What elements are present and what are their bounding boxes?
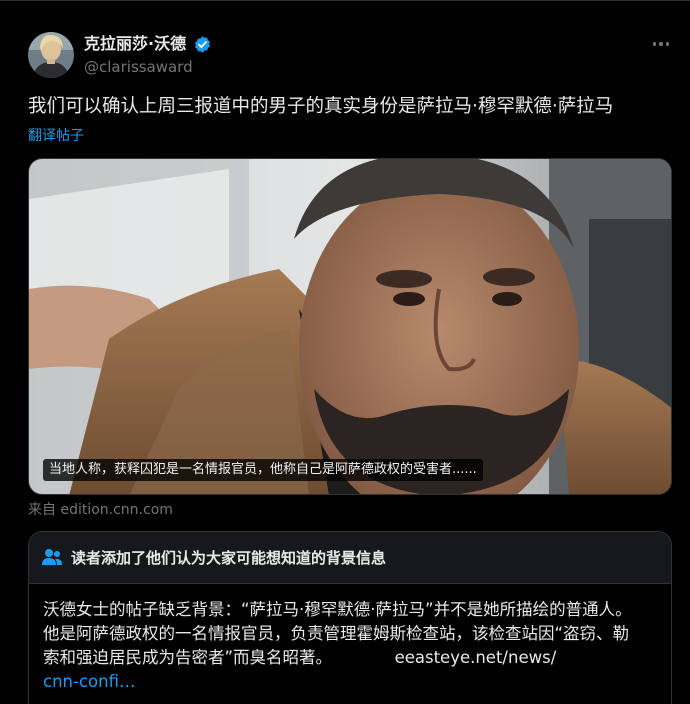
- note-line: 沃德女士的帖子缺乏背景：“萨拉马·穆罕默德·萨拉马”并不是她所描绘的普通人。: [43, 600, 632, 619]
- translate-post-link[interactable]: 翻译帖子: [28, 125, 84, 145]
- tweet-post: 克拉丽莎·沃德 @clarissaward 我们可以确认上周三报道中的男子的真实…: [0, 0, 690, 704]
- avatar[interactable]: [28, 32, 74, 78]
- author-display-name[interactable]: 克拉丽莎·沃德: [84, 34, 186, 54]
- link-source[interactable]: 来自 edition.cnn.com: [28, 500, 173, 520]
- verified-badge-icon: [193, 35, 212, 54]
- community-note-title: 读者添加了他们认为大家可能想知道的背景信息: [71, 549, 387, 567]
- media-image[interactable]: 当地人称，获释囚犯是一名情报官员，他称自己是阿萨德政权的受害者......: [28, 158, 672, 495]
- community-note-header: 读者添加了他们认为大家可能想知道的背景信息: [29, 532, 671, 584]
- note-line-text: 索和强迫居民成为告密者”而臭名昭著。: [43, 648, 333, 667]
- note-source-link[interactable]: eeasteye.net/news/: [395, 648, 557, 667]
- note-link-continued[interactable]: cnn-confi…: [43, 670, 663, 694]
- note-line: 他是阿萨德政权的一名情报官员，负责管理霍姆斯检查站，该检查站因“盗窃、勒: [43, 624, 630, 643]
- note-line: 索和强迫居民成为告密者”而臭名昭著。 eeasteye.net/news/: [43, 646, 663, 670]
- video-caption: 当地人称，获释囚犯是一名情报官员，他称自己是阿萨德政权的受害者......: [43, 459, 483, 481]
- note-source-link-continued[interactable]: cnn-confi…: [43, 672, 135, 691]
- more-icon[interactable]: [650, 35, 672, 53]
- community-note: 读者添加了他们认为大家可能想知道的背景信息 沃德女士的帖子缺乏背景：“萨拉马·穆…: [28, 531, 672, 704]
- tweet-text: 我们可以确认上周三报道中的男子的真实身份是萨拉马·穆罕默德·萨拉马: [28, 96, 614, 117]
- photo-illustration: [29, 159, 671, 494]
- author-handle[interactable]: @clarissaward: [84, 57, 193, 77]
- community-note-body: 沃德女士的帖子缺乏背景：“萨拉马·穆罕默德·萨拉马”并不是她所描绘的普通人。 他…: [43, 598, 663, 694]
- people-icon: [41, 548, 63, 566]
